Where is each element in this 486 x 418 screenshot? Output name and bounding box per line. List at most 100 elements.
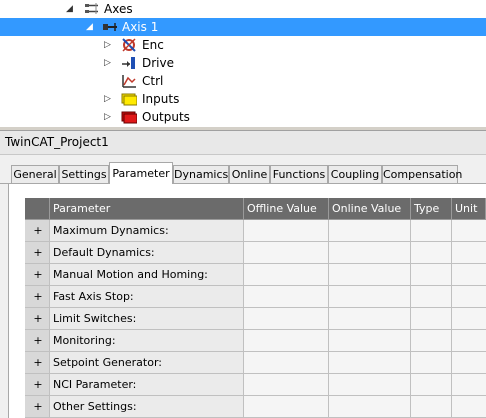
expand-triangle-icon[interactable]: ▷ — [104, 93, 114, 105]
tab-strip: General Settings Parameter Dynamics Onli… — [0, 162, 486, 184]
tab-general[interactable]: General — [11, 165, 59, 183]
online-value-cell — [329, 330, 411, 352]
expand-triangle-icon[interactable]: ▷ — [104, 111, 114, 123]
tab-functions[interactable]: Functions — [270, 165, 328, 183]
row-expander[interactable]: + — [25, 330, 50, 352]
project-title: TwinCAT_Project1 — [5, 135, 109, 149]
table-row[interactable]: + Limit Switches: — [25, 308, 486, 330]
table-row[interactable]: + Monitoring: — [25, 330, 486, 352]
expand-triangle-icon[interactable]: ▷ — [104, 39, 114, 51]
tab-settings[interactable]: Settings — [59, 165, 109, 183]
axes-icon — [84, 1, 100, 17]
row-expander[interactable]: + — [25, 308, 50, 330]
tree-item-ctrl[interactable]: Ctrl — [0, 72, 486, 90]
tree-item-label: Axes — [104, 2, 133, 16]
tree-item-label: Axis 1 — [122, 20, 159, 34]
collapse-triangle-icon[interactable]: ◢ — [86, 21, 96, 33]
online-value-cell — [329, 286, 411, 308]
tree-item-axes[interactable]: ◢ Axes — [0, 0, 486, 18]
parameter-name: Manual Motion and Homing: — [50, 264, 244, 286]
parameter-name: Limit Switches: — [50, 308, 244, 330]
offline-value-cell[interactable] — [244, 396, 329, 418]
expand-plus-icon[interactable]: + — [33, 308, 43, 329]
offline-value-cell[interactable] — [244, 220, 329, 242]
table-row[interactable]: + Maximum Dynamics: — [25, 220, 486, 242]
tab-coupling[interactable]: Coupling — [328, 165, 382, 183]
expand-plus-icon[interactable]: + — [33, 242, 43, 263]
row-expander[interactable]: + — [25, 374, 50, 396]
offline-value-cell[interactable] — [244, 330, 329, 352]
expand-triangle-icon[interactable]: ▷ — [104, 57, 114, 69]
tab-parameter[interactable]: Parameter — [109, 162, 173, 184]
header-online-value[interactable]: Online Value — [329, 198, 411, 220]
offline-value-cell[interactable] — [244, 264, 329, 286]
unit-cell — [452, 330, 486, 352]
offline-value-cell[interactable] — [244, 352, 329, 374]
row-expander[interactable]: + — [25, 396, 50, 418]
tab-dynamics[interactable]: Dynamics — [173, 165, 229, 183]
unit-cell — [452, 286, 486, 308]
offline-value-cell[interactable] — [244, 374, 329, 396]
tree-item-axis-1[interactable]: ◢ Axis 1 — [0, 18, 486, 36]
expand-plus-icon[interactable]: + — [33, 374, 43, 395]
unit-cell — [452, 308, 486, 330]
parameter-name: Fast Axis Stop: — [50, 286, 244, 308]
tab-compensation[interactable]: Compensation — [382, 165, 462, 183]
table-row[interactable]: + Setpoint Generator: — [25, 352, 486, 374]
online-value-cell — [329, 264, 411, 286]
collapse-triangle-icon[interactable]: ◢ — [66, 3, 76, 15]
outputs-icon — [121, 109, 138, 125]
row-expander[interactable]: + — [25, 242, 50, 264]
tree-item-inputs[interactable]: ▷ Inputs — [0, 90, 486, 108]
tree-item-label: Ctrl — [142, 74, 164, 88]
row-expander[interactable]: + — [25, 352, 50, 374]
online-value-cell — [329, 396, 411, 418]
unit-cell — [452, 352, 486, 374]
tree-item-drive[interactable]: ▷ Drive — [0, 54, 486, 72]
solution-tree: ◢ Axes ◢ Axis 1 ▷ Enc ▷ Drive Ctrl ▷ Inp… — [0, 0, 486, 127]
unit-cell — [452, 242, 486, 264]
encoder-icon — [121, 37, 137, 53]
tree-item-label: Inputs — [142, 92, 180, 106]
header-parameter[interactable]: Parameter — [50, 198, 244, 220]
table-row[interactable]: + Fast Axis Stop: — [25, 286, 486, 308]
header-unit[interactable]: Unit — [452, 198, 486, 220]
table-row[interactable]: + Other Settings: — [25, 396, 486, 418]
grid-header-row: Parameter Offline Value Online Value Typ… — [25, 198, 486, 220]
expand-plus-icon[interactable]: + — [33, 352, 43, 373]
offline-value-cell[interactable] — [244, 308, 329, 330]
header-offline-value[interactable]: Offline Value — [244, 198, 329, 220]
expand-plus-icon[interactable]: + — [33, 220, 43, 241]
parameter-name: NCI Parameter: — [50, 374, 244, 396]
table-row[interactable]: + NCI Parameter: — [25, 374, 486, 396]
expand-plus-icon[interactable]: + — [33, 330, 43, 351]
type-cell — [411, 220, 452, 242]
row-expander[interactable]: + — [25, 264, 50, 286]
online-value-cell — [329, 220, 411, 242]
parameter-name: Setpoint Generator: — [50, 352, 244, 374]
header-type[interactable]: Type — [411, 198, 452, 220]
offline-value-cell[interactable] — [244, 286, 329, 308]
parameter-name: Maximum Dynamics: — [50, 220, 244, 242]
row-expander[interactable]: + — [25, 286, 50, 308]
type-cell — [411, 264, 452, 286]
table-row[interactable]: + Manual Motion and Homing: — [25, 264, 486, 286]
type-cell — [411, 242, 452, 264]
tree-item-label: Outputs — [142, 110, 190, 124]
tree-item-label: Enc — [142, 38, 164, 52]
tree-item-enc[interactable]: ▷ Enc — [0, 36, 486, 54]
project-title-bar: TwinCAT_Project1 — [0, 131, 486, 155]
type-cell — [411, 330, 452, 352]
tab-online[interactable]: Online — [229, 165, 270, 183]
tree-item-outputs[interactable]: ▷ Outputs — [0, 108, 486, 126]
expand-plus-icon[interactable]: + — [33, 396, 43, 417]
unit-cell — [452, 264, 486, 286]
expand-plus-icon[interactable]: + — [33, 264, 43, 285]
expand-plus-icon[interactable]: + — [33, 286, 43, 307]
row-expander[interactable]: + — [25, 220, 50, 242]
type-cell — [411, 286, 452, 308]
offline-value-cell[interactable] — [244, 242, 329, 264]
online-value-cell — [329, 374, 411, 396]
expander-placeholder — [104, 75, 114, 87]
table-row[interactable]: + Default Dynamics: — [25, 242, 486, 264]
